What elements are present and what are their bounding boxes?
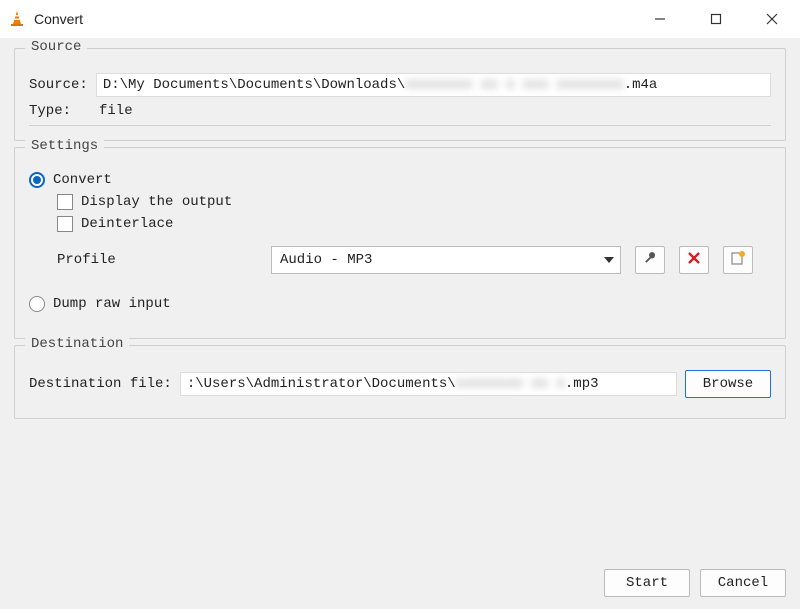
source-group-title: Source <box>25 39 87 55</box>
destination-path-prefix: :\Users\Administrator\Documents\ <box>187 376 456 392</box>
convert-radio-label: Convert <box>53 172 112 188</box>
profile-combobox[interactable]: Audio - MP3 <box>271 246 621 274</box>
settings-group: Settings Convert Display the output Dein… <box>14 147 786 339</box>
dump-raw-label: Dump raw input <box>53 296 171 312</box>
dialog-footer: Start Cancel <box>0 563 800 609</box>
wrench-icon <box>642 250 658 271</box>
browse-button-label: Browse <box>703 376 753 392</box>
destination-path-redacted: xxxxxxxx xx x <box>456 376 565 392</box>
title-bar: Convert <box>0 0 800 38</box>
edit-profile-button[interactable] <box>635 246 665 274</box>
display-output-label: Display the output <box>81 194 232 210</box>
source-path-prefix: D:\My Documents\Documents\Downloads\ <box>103 77 405 93</box>
destination-file-field[interactable]: :\Users\Administrator\Documents\xxxxxxxx… <box>180 372 677 396</box>
window-controls <box>632 0 800 38</box>
type-value: file <box>99 103 133 119</box>
source-path-suffix: .m4a <box>624 77 658 93</box>
close-button[interactable] <box>744 0 800 38</box>
type-label: Type: <box>29 103 91 119</box>
deinterlace-label: Deinterlace <box>81 216 173 232</box>
destination-group: Destination Destination file: :\Users\Ad… <box>14 345 786 419</box>
maximize-button[interactable] <box>688 0 744 38</box>
display-output-checkbox[interactable] <box>57 194 73 210</box>
settings-group-title: Settings <box>25 138 104 154</box>
cancel-button-label: Cancel <box>718 575 768 591</box>
chevron-down-icon <box>604 257 614 263</box>
convert-dialog: Convert Source Source: D:\My Documents\D… <box>0 0 800 609</box>
source-label: Source: <box>29 77 88 93</box>
start-button-label: Start <box>626 575 668 591</box>
deinterlace-checkbox[interactable] <box>57 216 73 232</box>
window-title: Convert <box>34 11 83 27</box>
profile-value: Audio - MP3 <box>280 252 372 268</box>
destination-file-label: Destination file: <box>29 376 172 392</box>
profile-label: Profile <box>57 252 257 268</box>
new-profile-button[interactable] <box>723 246 753 274</box>
source-path-field[interactable]: D:\My Documents\Documents\Downloads\xxxx… <box>96 73 771 97</box>
minimize-button[interactable] <box>632 0 688 38</box>
delete-x-icon <box>687 251 701 270</box>
delete-profile-button[interactable] <box>679 246 709 274</box>
source-path-redacted: xxxxxxxx xx x xxx xxxxxxxx <box>405 77 623 93</box>
browse-button[interactable]: Browse <box>685 370 771 398</box>
cancel-button[interactable]: Cancel <box>700 569 786 597</box>
destination-path-suffix: .mp3 <box>565 376 599 392</box>
convert-radio[interactable] <box>29 172 45 188</box>
source-divider <box>29 125 771 126</box>
dump-raw-radio[interactable] <box>29 296 45 312</box>
source-group: Source Source: D:\My Documents\Documents… <box>14 48 786 141</box>
new-profile-icon <box>730 250 746 271</box>
start-button[interactable]: Start <box>604 569 690 597</box>
vlc-cone-icon <box>8 9 26 30</box>
destination-group-title: Destination <box>25 336 129 352</box>
